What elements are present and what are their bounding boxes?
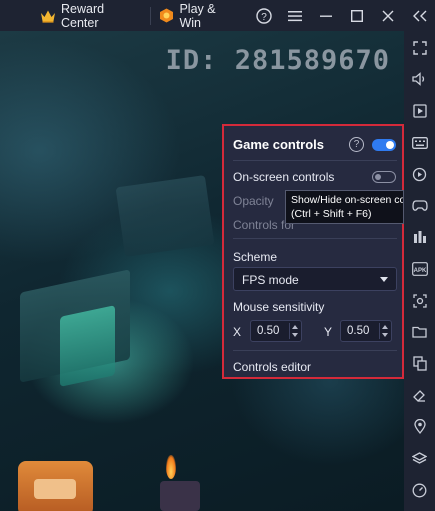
chevron-down-icon <box>380 277 388 282</box>
minimize-button[interactable] <box>311 0 342 31</box>
speed-button[interactable] <box>404 474 435 506</box>
game-controls-toggle[interactable] <box>372 139 396 151</box>
folder-button[interactable] <box>404 316 435 348</box>
mouse-sensitivity-label: Mouse sensitivity <box>233 300 325 314</box>
folder-icon <box>412 326 427 338</box>
layers-button[interactable] <box>404 443 435 475</box>
y-sensitivity-value: 0.50 <box>347 325 370 337</box>
volume-icon <box>412 72 425 87</box>
gamepad-button[interactable] <box>404 190 435 222</box>
tooltip-line-1: Show/Hide on-screen controls <box>291 194 403 206</box>
toolbar-divider <box>149 6 151 25</box>
character-face <box>34 479 76 499</box>
apk-button[interactable]: APK <box>404 253 435 285</box>
panel-divider <box>233 350 397 351</box>
menu-button[interactable] <box>280 0 311 31</box>
tooltip: Show/Hide on-screen controls (Ctrl + Shi… <box>285 190 404 224</box>
eraser-button[interactable] <box>404 380 435 412</box>
scheme-label: Scheme <box>233 250 278 264</box>
keyboard-button[interactable] <box>404 127 435 159</box>
on-screen-controls-label: On-screen controls <box>233 170 335 184</box>
speed-icon <box>412 483 427 498</box>
on-screen-controls-toggle[interactable] <box>372 171 396 183</box>
help-button[interactable]: ? <box>249 0 280 31</box>
location-icon <box>413 419 426 435</box>
fullscreen-button[interactable] <box>404 32 435 64</box>
svg-text:?: ? <box>261 12 267 23</box>
x-axis-label: X <box>233 325 242 339</box>
fullscreen-icon <box>412 41 427 55</box>
top-toolbar: Reward Center Play & Win ? <box>0 0 435 31</box>
stepper-divider <box>289 323 290 339</box>
menu-icon <box>288 10 303 21</box>
panel-title: Game controls <box>233 137 325 152</box>
replay-icon <box>412 167 427 181</box>
close-icon <box>382 10 394 21</box>
replay-button[interactable] <box>404 158 435 190</box>
increment-icon[interactable] <box>382 325 388 329</box>
panel-divider <box>233 238 397 239</box>
play-and-win-label: Play & Win <box>179 1 216 30</box>
x-sensitivity-stepper[interactable]: 0.50 <box>250 320 302 342</box>
maximize-icon <box>351 9 364 22</box>
screenshot-icon <box>412 293 427 308</box>
close-button[interactable] <box>373 0 404 31</box>
y-sensitivity-stepper[interactable]: 0.50 <box>340 320 392 342</box>
scheme-select[interactable]: FPS mode <box>233 267 397 291</box>
minimize-icon <box>320 15 333 17</box>
glowing-doorway <box>60 305 115 387</box>
y-axis-label: Y <box>324 325 333 339</box>
increment-icon[interactable] <box>292 325 298 329</box>
torch-stand <box>160 481 200 511</box>
eraser-icon <box>413 389 425 402</box>
play-and-win-button[interactable]: Play & Win <box>153 0 245 31</box>
reward-center-label: Reward Center <box>61 1 105 30</box>
stone-block <box>115 175 215 257</box>
collapse-sidebar-button[interactable] <box>404 0 435 31</box>
maximize-button[interactable] <box>342 0 373 31</box>
copy-icon <box>412 356 427 371</box>
media-button[interactable] <box>404 95 435 127</box>
apk-icon: APK <box>411 262 428 276</box>
media-icon <box>412 104 427 118</box>
controls-editor-link[interactable]: Controls editor <box>233 360 311 374</box>
stepper-divider <box>379 323 380 339</box>
tooltip-line-2: (Ctrl + Shift + F6) <box>291 208 372 220</box>
x-sensitivity-value: 0.50 <box>257 325 280 337</box>
decrement-icon[interactable] <box>382 333 388 337</box>
gamepad-icon <box>411 200 428 211</box>
copy-button[interactable] <box>404 348 435 380</box>
multi-instance-icon <box>413 231 426 244</box>
right-sidebar: APK <box>404 31 435 511</box>
panel-divider <box>233 160 397 161</box>
game-controls-panel: Game controls ? On-screen controls Opaci… <box>222 124 404 379</box>
help-icon[interactable]: ? <box>349 137 364 152</box>
screenshot-button[interactable] <box>404 285 435 317</box>
opacity-label: Opacity <box>233 194 274 208</box>
layers-icon <box>412 451 427 464</box>
player-id: ID: 281589670 <box>165 45 390 76</box>
hexagon-coin-icon <box>159 8 175 24</box>
scheme-value: FPS mode <box>242 273 299 287</box>
multi-instance-button[interactable] <box>404 222 435 254</box>
crown-icon <box>40 8 56 24</box>
location-button[interactable] <box>404 411 435 443</box>
keyboard-icon <box>411 136 428 149</box>
torch-flame <box>166 455 176 479</box>
decrement-icon[interactable] <box>292 333 298 337</box>
help-icon: ? <box>256 7 272 24</box>
collapse-icon <box>412 10 427 21</box>
svg-text:APK: APK <box>413 268 426 274</box>
volume-button[interactable] <box>404 64 435 96</box>
reward-center-button[interactable]: Reward Center <box>34 0 148 31</box>
